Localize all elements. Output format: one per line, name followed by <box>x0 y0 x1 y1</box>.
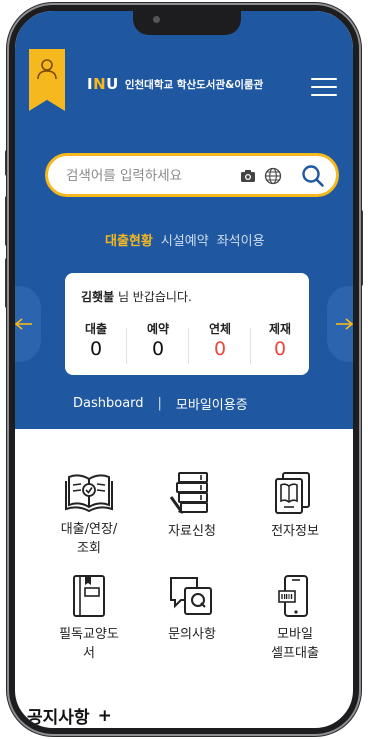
stat-value: 0 <box>151 338 165 360</box>
hamburger-menu-button[interactable] <box>311 78 337 98</box>
stat-reservation[interactable]: 예약 0 <box>136 320 180 360</box>
menu-item-electronic-info[interactable]: 전자정보 <box>255 471 335 541</box>
front-camera <box>153 16 160 23</box>
menu-item-required-reading[interactable]: 필독교양도 서 <box>49 574 129 663</box>
question-chat-icon <box>170 577 212 615</box>
library-logo[interactable]: INU 인천대학교 학산도서관&이룸관 <box>87 75 263 93</box>
menu-item-label: 자료신청 <box>168 524 216 539</box>
arrow-right-icon <box>336 318 353 330</box>
arrow-left-icon <box>15 318 32 330</box>
stat-label: 제재 <box>268 322 292 336</box>
menu-line-icon <box>311 86 337 88</box>
loan-status-card: 김횃불 님 반갑습니다. 대출 0 예약 0 연체 0 제재 0 <box>65 273 309 375</box>
phone-frame: INU 인천대학교 학산도서관&이룸관 검색어를 입력하세요 대출현황 시설예약… <box>9 5 359 734</box>
quick-links: Dashboard | 모바일이용증 <box>73 394 248 413</box>
greeting-suffix: 님 반갑습니다. <box>114 290 192 304</box>
stat-label: 연체 <box>208 322 232 336</box>
mobile-card-link[interactable]: 모바일이용증 <box>176 394 248 413</box>
mobile-barcode-icon <box>278 575 308 617</box>
stat-value: 0 <box>213 338 227 360</box>
book-stack-icon <box>169 472 208 514</box>
menu-item-label: 모바일 셀프대출 <box>271 627 319 661</box>
camera-icon[interactable] <box>240 169 256 183</box>
ebook-reader-icon <box>275 472 310 514</box>
stat-divider <box>250 328 251 364</box>
menu-line-icon <box>311 94 337 96</box>
stat-label: 대출 <box>84 322 108 336</box>
notice-more-button[interactable]: + <box>98 706 112 726</box>
menu-item-label: 필독교양도 서 <box>59 627 119 661</box>
menu-item-loan-renew[interactable]: 대출/연장/ 조회 <box>49 471 129 558</box>
notice-section-header: 공지사항 + <box>27 703 112 729</box>
stat-overdue[interactable]: 연체 0 <box>198 320 242 360</box>
search-input[interactable] <box>66 166 216 186</box>
menu-item-material-request[interactable]: 자료신청 <box>152 471 232 541</box>
user-name: 김횃불 <box>81 290 115 304</box>
menu-line-icon <box>311 78 337 80</box>
app-screen: INU 인천대학교 학산도서관&이룸관 검색어를 입력하세요 대출현황 시설예약… <box>15 11 353 728</box>
closed-book-icon <box>73 575 105 617</box>
open-book-icon <box>65 474 113 513</box>
carousel-prev-button[interactable] <box>15 286 41 362</box>
library-name: 인천대학교 학산도서관&이룸관 <box>124 78 264 91</box>
status-tabs: 대출현황 시설예약 좌석이용 <box>105 230 265 249</box>
phone-side-button-power <box>359 210 363 286</box>
search-bar <box>45 153 339 197</box>
dashboard-link[interactable]: Dashboard <box>73 396 144 411</box>
stat-loan[interactable]: 대출 0 <box>74 320 118 360</box>
tab-facility-reservation[interactable]: 시설예약 <box>161 230 209 249</box>
stat-divider <box>188 328 189 364</box>
menu-item-mobile-self-checkout[interactable]: 모바일 셀프대출 <box>255 574 335 663</box>
phone-notch <box>133 11 241 35</box>
search-icon[interactable] <box>301 164 325 188</box>
stat-label: 예약 <box>146 322 170 336</box>
menu-item-label: 대출/연장/ 조회 <box>60 522 118 556</box>
notice-title[interactable]: 공지사항 <box>27 703 90 728</box>
carousel-next-button[interactable] <box>327 286 353 362</box>
stat-value: 0 <box>273 338 287 360</box>
login-bookmark[interactable] <box>29 49 65 111</box>
globe-icon[interactable] <box>264 167 282 185</box>
stat-value: 0 <box>89 338 103 360</box>
menu-item-label: 문의사항 <box>168 627 216 642</box>
stat-sanction[interactable]: 제재 0 <box>258 320 302 360</box>
user-icon <box>37 59 57 80</box>
greeting-text: 김횃불 님 반갑습니다. <box>81 288 192 305</box>
tab-loan-status[interactable]: 대출현황 <box>105 230 153 249</box>
header-panel: INU 인천대학교 학산도서관&이룸관 검색어를 입력하세요 대출현황 시설예약… <box>15 11 353 429</box>
tab-seat-usage[interactable]: 좌석이용 <box>217 230 265 249</box>
menu-item-inquiry[interactable]: 문의사항 <box>152 574 232 644</box>
link-separator: | <box>157 396 162 411</box>
inu-logo-mark: INU <box>87 75 119 93</box>
stat-divider <box>126 328 127 364</box>
menu-item-label: 전자정보 <box>271 524 319 539</box>
